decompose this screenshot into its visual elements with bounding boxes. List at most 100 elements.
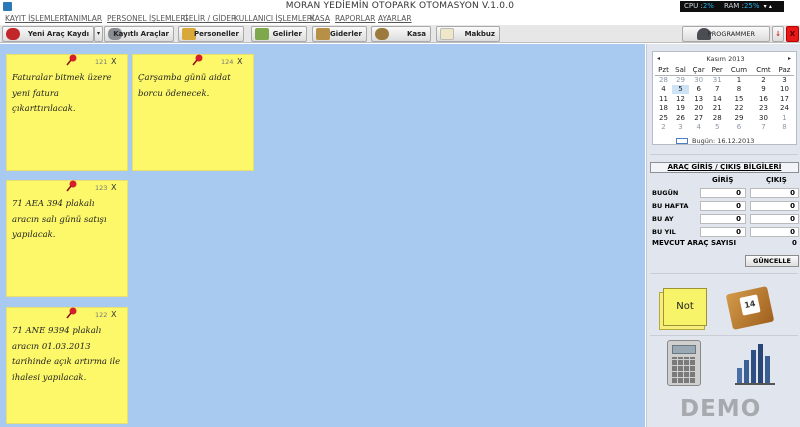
cash-button[interactable]: Kasa	[371, 26, 431, 42]
calendar-day[interactable]: 6	[726, 123, 752, 133]
calendar-day[interactable]: 14	[708, 94, 726, 104]
new-vehicle-dropdown[interactable]: ▾	[94, 26, 103, 42]
calendar-day[interactable]: 16	[752, 94, 775, 104]
calendar-month: Kasım 2013	[706, 55, 745, 63]
menu-kasa[interactable]: KASA	[310, 14, 330, 23]
download-button[interactable]: ↓	[772, 26, 784, 42]
income-button[interactable]: Gelirler	[251, 26, 307, 42]
calendar-day[interactable]: 17	[775, 94, 794, 104]
calendar-day[interactable]: 9	[752, 85, 775, 95]
menu-gelir-gider[interactable]: GELİR / GİDER	[183, 14, 236, 23]
current-vehicle-count: 0	[792, 239, 797, 247]
calendar-day[interactable]: 8	[775, 123, 794, 133]
menu-personel-islemleri[interactable]: PERSONEL İŞLEMLERİ	[107, 14, 188, 23]
calendar-day[interactable]: 28	[708, 113, 726, 123]
calendar-day[interactable]: 24	[775, 104, 794, 114]
calendar-day[interactable]: 7	[752, 123, 775, 133]
new-vehicle-button[interactable]: Yeni Araç Kaydı	[2, 26, 94, 42]
sticky-note[interactable]: 124 X Çarşamba günü aidat borcu ödenecek…	[132, 54, 254, 171]
calendar-day[interactable]: 25	[655, 113, 672, 123]
calendar-grid: Pzt Sal Çar Per Cum Cmt Paz 28 29 30 31 …	[655, 65, 794, 132]
calendar-next-icon[interactable]: ▸	[788, 55, 791, 62]
expenses-label: Giderler	[330, 30, 362, 38]
personnel-label: Personeller	[193, 30, 239, 38]
calendar-day[interactable]: 19	[672, 104, 689, 114]
calendar-day[interactable]: 13	[689, 94, 708, 104]
calendar-day[interactable]: 5	[708, 123, 726, 133]
calendar-day[interactable]: 27	[689, 113, 708, 123]
calculator-tile[interactable]	[667, 340, 701, 386]
calendar-day[interactable]: 3	[775, 75, 794, 85]
calendar-day[interactable]: 29	[726, 113, 752, 123]
calendar-day[interactable]: 26	[672, 113, 689, 123]
calendar-tile[interactable]: 14	[725, 286, 775, 330]
note-close-icon[interactable]: X	[111, 183, 116, 192]
calendar-day-selected[interactable]: 5	[671, 84, 690, 94]
registered-vehicles-label: Kayıtlı Araçlar	[113, 30, 169, 38]
calendar-day[interactable]: 28	[655, 75, 672, 85]
personnel-button[interactable]: Personeller	[178, 26, 244, 42]
sticky-note[interactable]: 122 X 71 ANE 9394 plakalı aracın 01.03.2…	[6, 307, 128, 424]
calendar-day[interactable]: 2	[655, 123, 672, 133]
cpu-value: 2%	[702, 2, 714, 10]
note-close-icon[interactable]: X	[111, 310, 116, 319]
right-panel: ◂ Kasım 2013 ▸ Pzt Sal Çar Per Cum Cmt P…	[646, 44, 800, 427]
registered-vehicles-button[interactable]: Kayıtlı Araçlar	[104, 26, 174, 42]
sticky-note[interactable]: 123 X 71 AEA 394 plakalı aracın salı gün…	[6, 180, 128, 297]
chevron-down-icon: ▾	[96, 30, 100, 37]
calendar-day[interactable]: 18	[655, 104, 672, 114]
expenses-button[interactable]: Giderler	[312, 26, 367, 42]
calendar-day[interactable]: 3	[672, 123, 689, 133]
calendar-day[interactable]: 1	[775, 113, 794, 123]
calendar-day[interactable]: 2	[752, 75, 775, 85]
calendar-day[interactable]: 7	[708, 85, 726, 95]
ram-value: 25%	[743, 2, 760, 10]
refresh-button[interactable]: GÜNCELLE	[745, 255, 799, 267]
calendar-day[interactable]: 30	[752, 113, 775, 123]
calendar-day[interactable]: 12	[672, 94, 689, 104]
calendar-day[interactable]: 29	[672, 75, 689, 85]
calendar-day[interactable]: 30	[689, 75, 708, 85]
menu-raporlar[interactable]: RAPORLAR	[335, 14, 375, 23]
calendar-day[interactable]: 8	[726, 85, 752, 95]
calendar-day[interactable]: 15	[726, 94, 752, 104]
calendar-day[interactable]: 6	[689, 85, 708, 95]
calendar-day[interactable]: 20	[689, 104, 708, 114]
bar-chart-tile[interactable]	[733, 342, 777, 386]
chevron-up-icon[interactable]: ▴	[769, 3, 772, 10]
receipt-button[interactable]: Makbuz	[436, 26, 500, 42]
pin-icon	[66, 180, 77, 192]
programmer-button[interactable]: PROGRAMMER	[682, 26, 770, 42]
menu-ayarlar[interactable]: AYARLAR	[378, 14, 412, 23]
note-close-icon[interactable]: X	[111, 57, 116, 66]
weekday: Cum	[730, 65, 748, 74]
note-number: 122	[95, 311, 108, 319]
exit-count: 0	[750, 227, 799, 237]
calendar-day[interactable]: 31	[708, 75, 726, 85]
calendar-day[interactable]: 21	[708, 104, 726, 114]
calendar: ◂ Kasım 2013 ▸ Pzt Sal Çar Per Cum Cmt P…	[652, 51, 797, 145]
current-vehicle-label: MEVCUT ARAÇ SAYISI	[652, 239, 737, 247]
calendar-day[interactable]: 22	[726, 104, 752, 114]
menu-kullanici-islemleri[interactable]: KULLANICI İŞLEMLERİ	[234, 14, 314, 23]
ram-label: RAM :	[723, 2, 744, 10]
close-button[interactable]: X	[786, 26, 799, 42]
calendar-today[interactable]: Bugün: 16.12.2013	[676, 137, 786, 145]
menu-tanimlar[interactable]: TANIMLAR	[64, 14, 102, 23]
note-close-icon[interactable]: X	[237, 57, 242, 66]
calendar-day[interactable]: 1	[726, 75, 752, 85]
calendar-day[interactable]: 11	[655, 94, 672, 104]
receipt-label: Makbuz	[464, 30, 495, 38]
calendar-day[interactable]: 4	[689, 123, 708, 133]
stats-row: BU YIL 0 0	[650, 226, 799, 238]
calendar-day[interactable]: 10	[775, 85, 794, 95]
calendar-day[interactable]: 23	[752, 104, 775, 114]
calendar-day[interactable]: 4	[655, 85, 672, 95]
notes-tile[interactable]: Not	[657, 288, 707, 330]
demo-watermark: DEMO	[680, 396, 762, 422]
weekday: Pzt	[658, 65, 669, 74]
menu-kayit-islemleri[interactable]: KAYIT İŞLEMLERİ	[5, 14, 67, 23]
sticky-note[interactable]: 121 X Faturalar bitmek üzere yeni fatura…	[6, 54, 128, 171]
chevron-down-icon[interactable]: ▾	[762, 3, 767, 10]
cash-label: Kasa	[406, 30, 426, 38]
